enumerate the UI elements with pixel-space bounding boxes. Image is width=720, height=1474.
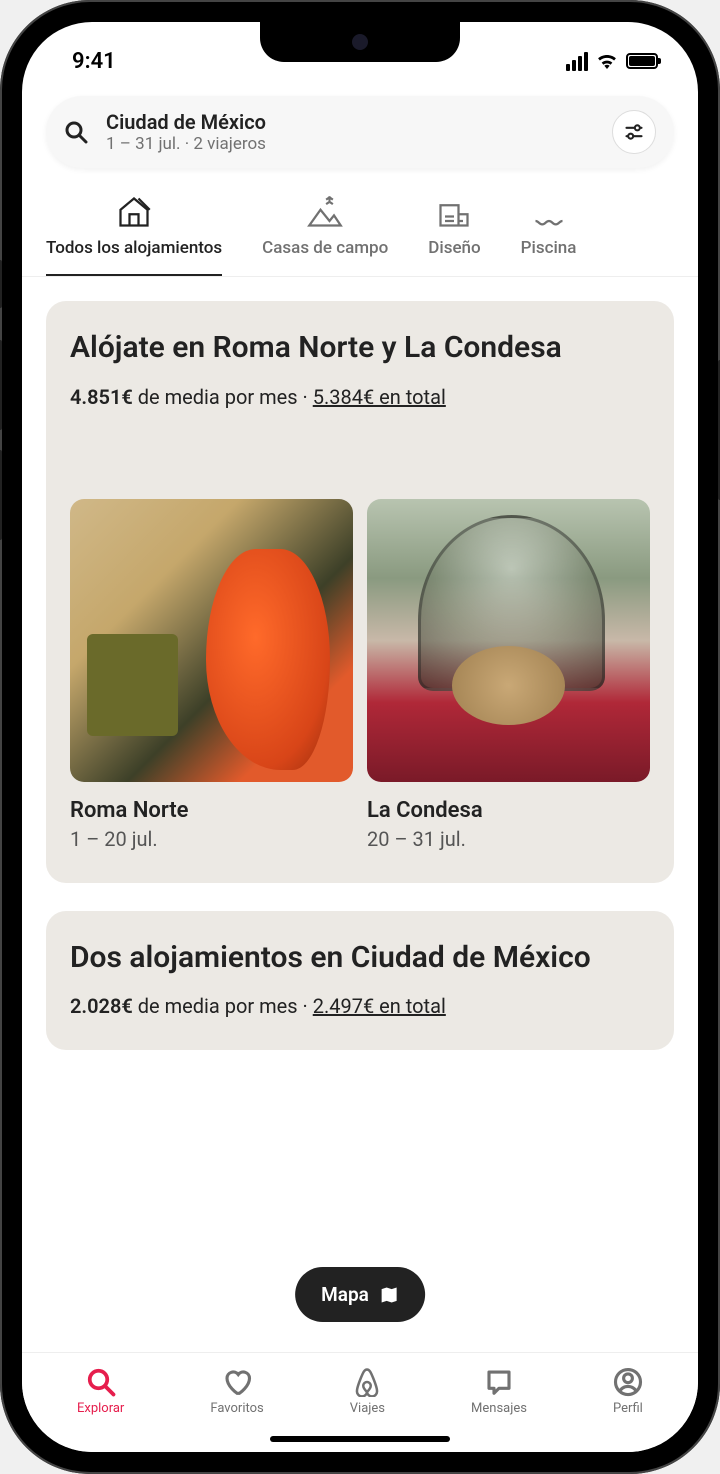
wifi-icon [596, 53, 618, 69]
status-indicators [566, 52, 658, 71]
design-icon [436, 194, 472, 230]
tab-label: Todos los alojamientos [46, 238, 222, 258]
listing-dates: 1 – 20 jul. [70, 827, 353, 851]
nav-label: Explorar [77, 1401, 124, 1416]
tab-label: Piscina [521, 238, 577, 258]
nav-explorar[interactable]: Explorar [77, 1367, 124, 1416]
card-title: Dos alojamientos en Ciudad de México [70, 939, 650, 977]
phone-notch [260, 22, 460, 62]
listing-image [367, 499, 650, 782]
nav-favoritos[interactable]: Favoritos [210, 1367, 263, 1416]
search-icon [64, 120, 88, 144]
listing-roma-norte[interactable]: Roma Norte 1 – 20 jul. [70, 499, 353, 851]
tab-all-stays[interactable]: Todos los alojamientos [46, 194, 222, 277]
countryside-icon [307, 194, 343, 230]
map-label: Mapa [321, 1283, 369, 1306]
map-button[interactable]: Mapa [295, 1267, 425, 1322]
tab-countryside[interactable]: Casas de campo [262, 194, 388, 276]
phone-frame: 9:41 Ciudad de México 1 – 31 jul. · 2 vi… [0, 0, 720, 1474]
listing-la-condesa[interactable]: La Condesa 20 – 31 jul. [367, 499, 650, 851]
nav-perfil[interactable]: Perfil [613, 1367, 643, 1416]
tab-label: Casas de campo [262, 238, 388, 258]
nav-viajes[interactable]: Viajes [350, 1367, 385, 1416]
pool-icon [531, 194, 567, 230]
battery-icon [626, 53, 658, 69]
nav-mensajes[interactable]: Mensajes [471, 1367, 527, 1416]
nav-label: Favoritos [210, 1401, 263, 1416]
tab-design[interactable]: Diseño [428, 194, 480, 276]
card-price: 4.851€ de media por mes · 5.384€ en tota… [70, 385, 650, 409]
tab-pool[interactable]: Piscina [521, 194, 577, 276]
map-icon [379, 1285, 399, 1305]
sliders-icon [624, 122, 644, 142]
stay-card-two-stays[interactable]: Dos alojamientos en Ciudad de México 2.0… [46, 911, 674, 1051]
search-icon [86, 1367, 116, 1397]
search-bar[interactable]: Ciudad de México 1 – 31 jul. · 2 viajero… [46, 96, 674, 168]
home-indicator[interactable] [270, 1436, 450, 1442]
search-details: 1 – 31 jul. · 2 viajeros [106, 134, 612, 154]
nav-label: Perfil [613, 1401, 643, 1416]
profile-icon [613, 1367, 643, 1397]
listing-image [70, 499, 353, 782]
tab-label: Diseño [428, 238, 480, 258]
card-title: Alójate en Roma Norte y La Condesa [70, 329, 650, 367]
listing-name: Roma Norte [70, 798, 353, 823]
status-time: 9:41 [72, 49, 116, 74]
house-icon [116, 194, 152, 230]
stay-card-roma-condesa[interactable]: Alójate en Roma Norte y La Condesa 4.851… [46, 301, 674, 883]
listing-dates: 20 – 31 jul. [367, 827, 650, 851]
cell-signal-icon [566, 52, 588, 71]
listing-name: La Condesa [367, 798, 650, 823]
filter-button[interactable] [612, 110, 656, 154]
search-destination: Ciudad de México [106, 110, 612, 134]
category-tabs[interactable]: Todos los alojamientos Casas de campo Di… [22, 174, 698, 277]
heart-icon [222, 1367, 252, 1397]
nav-label: Viajes [350, 1401, 385, 1416]
card-price: 2.028€ de media por mes · 2.497€ en tota… [70, 994, 650, 1018]
nav-label: Mensajes [471, 1401, 527, 1416]
message-icon [484, 1367, 514, 1397]
airbnb-logo-icon [352, 1367, 382, 1397]
